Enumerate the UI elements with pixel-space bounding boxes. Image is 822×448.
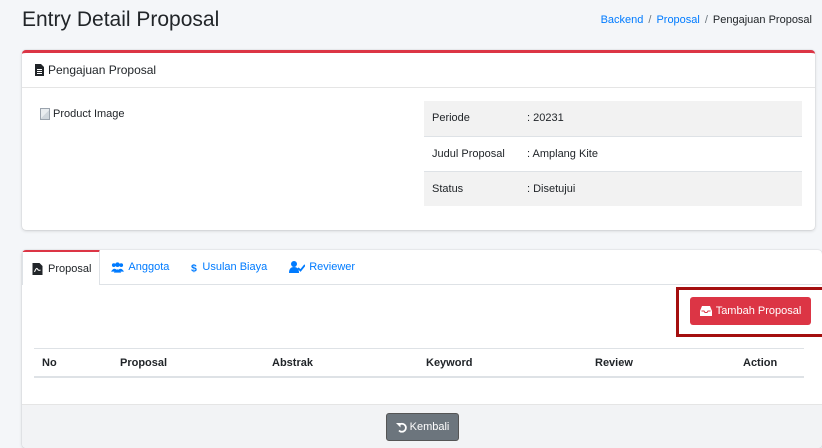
tab-label: Usulan Biaya	[202, 261, 268, 273]
column-header-abstrak: Abstrak	[264, 348, 418, 378]
dollar-icon: $	[191, 262, 197, 273]
info-value: : Amplang Kite	[519, 135, 802, 171]
info-value: : Disetujui	[519, 170, 802, 206]
tab-label: Anggota	[128, 261, 170, 273]
breadcrumb: Backend / Proposal / Pengajuan Proposal	[601, 14, 812, 26]
breadcrumb-separator: /	[704, 14, 708, 26]
proposal-info-table: Periode : 20231 Judul Proposal : Amplang…	[424, 101, 802, 206]
table-header-row: No Proposal Abstrak Keyword Review Actio…	[34, 348, 804, 378]
back-button[interactable]: Kembali	[386, 413, 459, 441]
product-image-alt: Product Image	[53, 108, 125, 120]
info-row-periode: Periode : 20231	[424, 101, 802, 136]
column-header-keyword: Keyword	[418, 348, 587, 378]
add-proposal-label: Tambah Proposal	[715, 305, 802, 317]
card-header: Pengajuan Proposal	[22, 53, 815, 88]
info-row-judul: Judul Proposal : Amplang Kite	[424, 135, 802, 171]
tab-reviewer[interactable]: Reviewer	[278, 250, 366, 284]
broken-image-icon	[40, 108, 50, 120]
info-label: Status	[424, 170, 519, 206]
back-label: Kembali	[409, 421, 450, 433]
file-icon	[35, 64, 44, 76]
breadcrumb-backend-link[interactable]: Backend	[601, 14, 644, 26]
card-footer: Kembali	[22, 404, 822, 448]
column-header-no: No	[34, 348, 112, 378]
info-label: Periode	[432, 112, 470, 125]
product-image: Product Image	[40, 108, 125, 120]
breadcrumb-separator: /	[648, 14, 652, 26]
proposal-tabs-card: Proposal Anggota $ Usulan Biaya Reviewer…	[22, 250, 822, 448]
inbox-icon	[699, 306, 712, 316]
tab-bar: Proposal Anggota $ Usulan Biaya Reviewer	[22, 250, 822, 285]
tab-anggota[interactable]: Anggota	[100, 250, 180, 284]
tab-proposal[interactable]: Proposal	[22, 250, 101, 285]
info-value: : 20231	[527, 112, 564, 125]
users-icon	[111, 262, 125, 273]
proposal-table: No Proposal Abstrak Keyword Review Actio…	[34, 348, 804, 378]
card-title: Pengajuan Proposal	[48, 63, 157, 77]
tab-label: Proposal	[48, 262, 92, 275]
file-pdf-icon	[32, 262, 43, 275]
page-title: Entry Detail Proposal	[22, 8, 220, 31]
tab-label: Reviewer	[309, 261, 356, 273]
svg-text:$: $	[191, 262, 197, 273]
tab-usulan-biaya[interactable]: $ Usulan Biaya	[180, 250, 278, 284]
add-proposal-button[interactable]: Tambah Proposal	[690, 297, 811, 325]
info-label: Judul Proposal	[424, 135, 519, 171]
breadcrumb-current: Pengajuan Proposal	[712, 14, 812, 26]
breadcrumb-proposal-link[interactable]: Proposal	[656, 14, 699, 26]
column-header-proposal: Proposal	[112, 348, 264, 378]
info-row-status: Status : Disetujui	[424, 170, 802, 206]
column-header-review: Review	[587, 348, 735, 378]
column-header-action: Action	[735, 348, 804, 378]
undo-icon	[395, 422, 407, 433]
user-check-icon	[289, 261, 306, 273]
proposal-detail-card: Pengajuan Proposal Product Image Periode…	[22, 50, 815, 230]
